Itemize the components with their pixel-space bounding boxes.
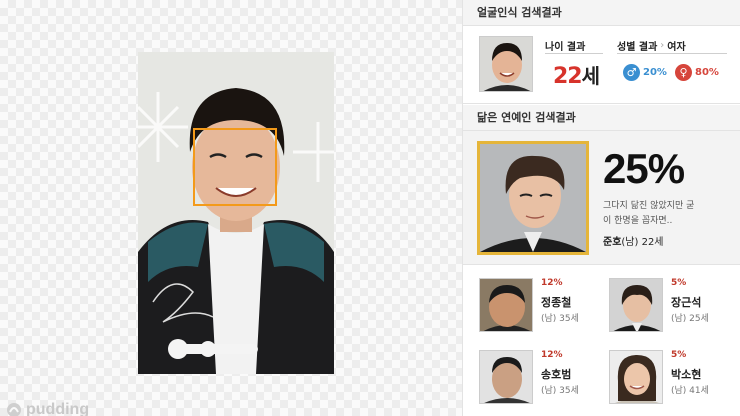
similar-celebrity-item[interactable]: 12% 정종철 (남) 35세: [479, 278, 609, 338]
male-percentage: ♂ 20%: [623, 64, 667, 81]
celebrity-name[interactable]: 장근석: [671, 294, 701, 310]
celebrity-info: (남) 25세: [671, 314, 709, 324]
female-percentage: ♀ 80%: [675, 64, 719, 81]
similar-celebrity-item[interactable]: 5% 장근석 (남) 25세: [609, 278, 739, 338]
age-section-title: 얼굴인식 검색결과: [463, 0, 740, 26]
best-match-name[interactable]: 준호(남) 22세: [603, 233, 664, 248]
celebrity-name[interactable]: 정종철: [541, 294, 571, 310]
gender-label-divider: [617, 53, 727, 54]
similarity-percentage: 12%: [541, 350, 563, 360]
age-number: 22: [553, 64, 583, 89]
gender-result-label: 성별 결과 › 여자: [617, 38, 686, 53]
best-match-percentage: 25%: [603, 145, 685, 192]
best-match-photo[interactable]: [477, 141, 589, 255]
pudding-logo-icon: [7, 403, 21, 416]
brand-name: pudding: [26, 401, 90, 416]
age-label-divider: [545, 53, 603, 54]
celebrity-photo[interactable]: [609, 350, 663, 404]
similar-section-title: 닮은 연예인 검색결과: [463, 105, 740, 131]
result-panel: 얼굴인식 검색결과 나이 결과 22세 성별 결과 › 여자 ♂ 20% ♀ 8…: [462, 0, 740, 416]
similar-celebrity-item[interactable]: 12% 송호범 (남) 35세: [479, 350, 609, 410]
best-match-description: 그다지 닮진 않았지만 굳 이 한명을 꼽자면..: [603, 201, 695, 226]
similarity-percentage: 12%: [541, 278, 563, 288]
similarity-percentage: 5%: [671, 350, 687, 360]
celebrity-info: (남) 35세: [541, 386, 579, 396]
photo-canvas: pudding: [0, 0, 462, 416]
user-face-thumbnail: [479, 36, 533, 92]
age-result-value: 22세: [553, 60, 600, 89]
age-unit: 세: [581, 64, 600, 88]
celebrity-name[interactable]: 박소현: [671, 366, 701, 382]
similarity-percentage: 5%: [671, 278, 687, 288]
best-match-card[interactable]: 25% 그다지 닮진 않았지만 굳 이 한명을 꼽자면.. 준호(남) 22세: [463, 131, 740, 265]
female-symbol-icon: ♀: [675, 64, 692, 81]
male-symbol-icon: ♂: [623, 64, 640, 81]
age-result-label: 나이 결과: [545, 42, 586, 53]
celebrity-photo[interactable]: [609, 278, 663, 332]
similar-celebrity-item[interactable]: 5% 박소현 (남) 41세: [609, 350, 739, 410]
celebrity-photo[interactable]: [479, 278, 533, 332]
celebrity-photo[interactable]: [479, 350, 533, 404]
uploaded-photo: [138, 52, 334, 374]
age-gender-result: 나이 결과 22세 성별 결과 › 여자 ♂ 20% ♀ 80%: [463, 26, 740, 104]
gender-label-text: 성별 결과: [617, 42, 658, 53]
gender-result-value: 여자: [667, 42, 686, 53]
chevron-right-icon: ›: [660, 40, 665, 51]
face-detection-box: [193, 128, 277, 206]
celebrity-info: (남) 41세: [671, 386, 709, 396]
celebrity-name[interactable]: 송호범: [541, 366, 571, 382]
brand-logo: pudding: [6, 401, 90, 416]
celebrity-info: (남) 35세: [541, 314, 579, 324]
